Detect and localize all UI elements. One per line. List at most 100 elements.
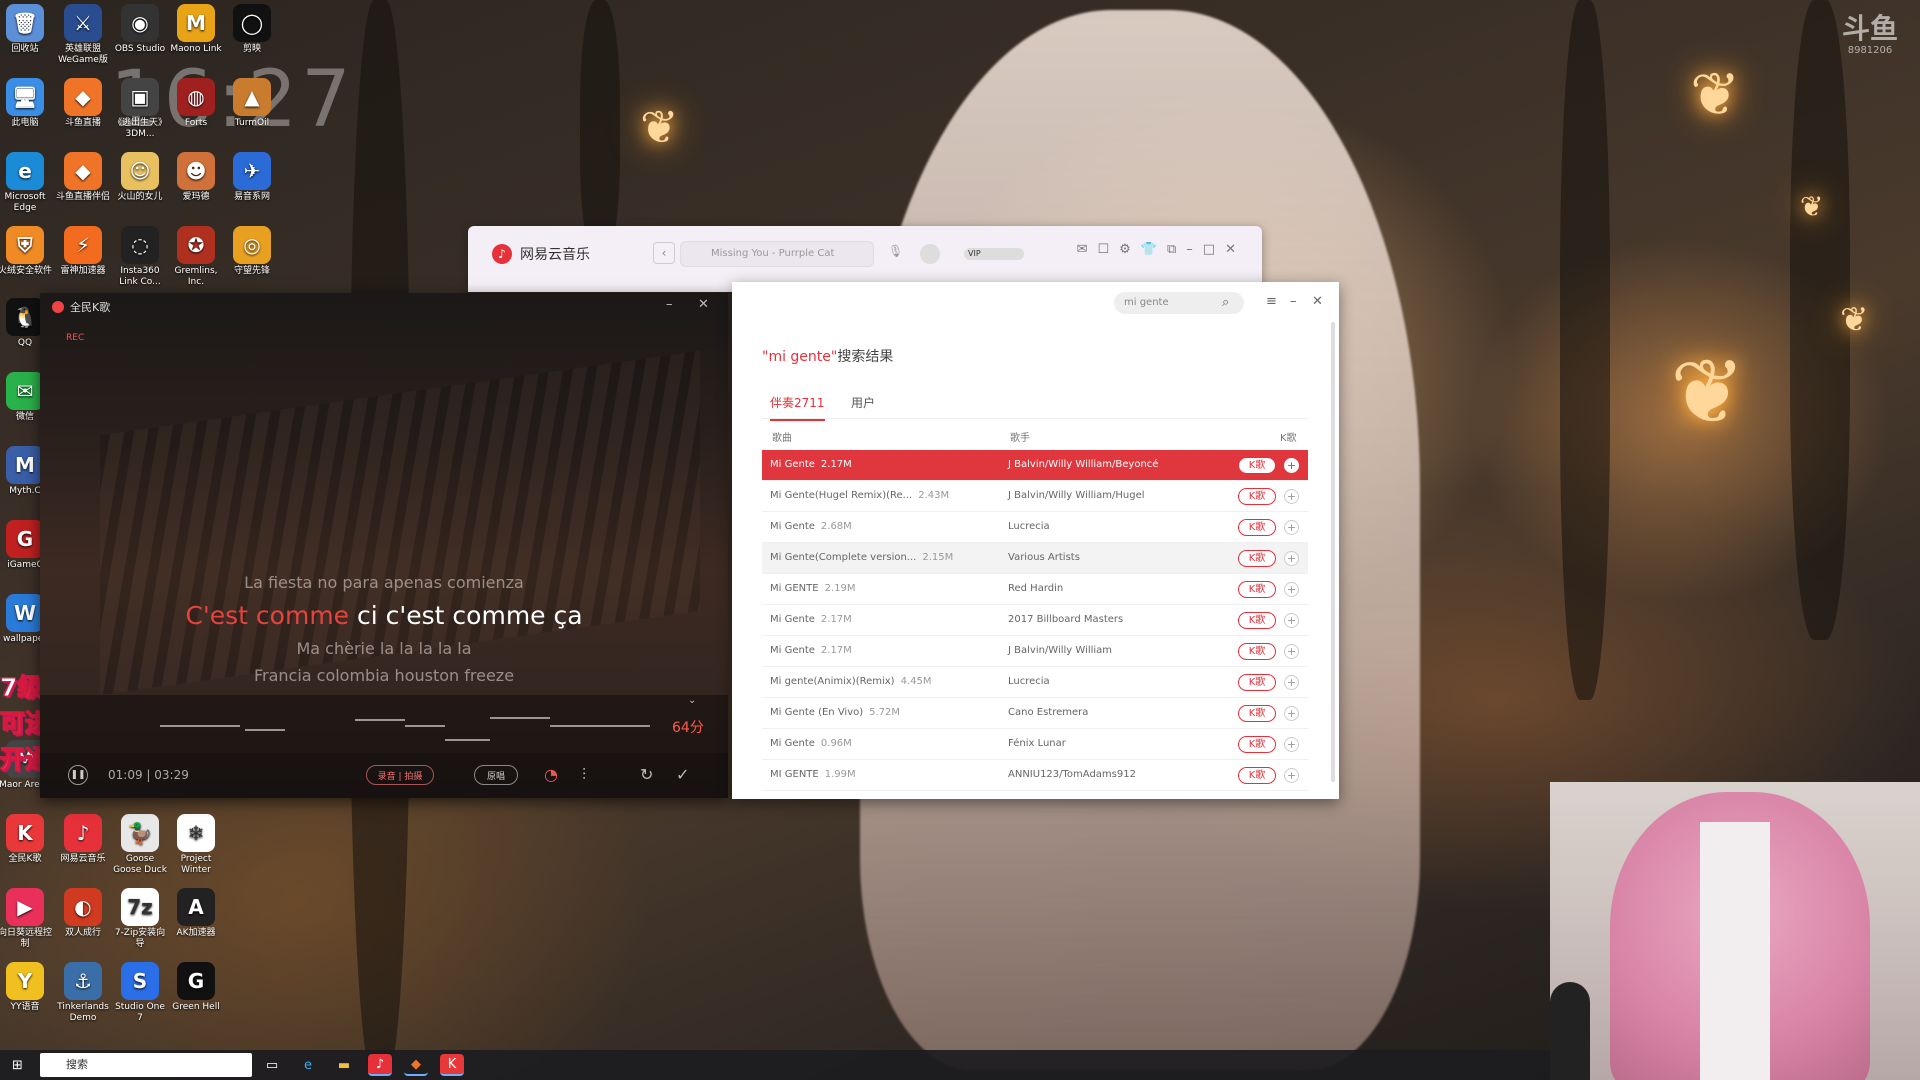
k-song-button[interactable]: K歌	[1238, 705, 1276, 722]
add-icon[interactable]: +	[1284, 489, 1299, 504]
add-icon[interactable]: +	[1284, 737, 1299, 752]
k-song-button[interactable]: K歌	[1238, 457, 1276, 474]
inbox-icon[interactable]: ☐	[1098, 242, 1110, 257]
desktop-icon[interactable]: 🦆 Goose Goose Duck	[112, 814, 168, 876]
desktop-icon[interactable]: 🗑 回收站	[0, 4, 53, 55]
avatar[interactable]	[920, 244, 940, 264]
add-icon[interactable]: +	[1284, 644, 1299, 659]
desktop-icon[interactable]: ⚔ 英雄联盟WeGame版	[55, 4, 111, 66]
tab-accompaniment[interactable]: 伴奏2711	[770, 394, 825, 421]
desktop-icon[interactable]: ☻ 爱玛德	[168, 152, 224, 203]
explorer-taskbar-icon[interactable]: ▬	[332, 1054, 356, 1076]
table-row[interactable]: Mi Gente (En Vivo) 5.72M Cano Estremera K歌 +	[762, 698, 1308, 729]
tab-users[interactable]: 用户	[851, 394, 875, 419]
vip-badge[interactable]: VIP	[964, 248, 1024, 260]
original-vocal-toggle[interactable]: 原唱	[474, 765, 518, 785]
desktop-icon[interactable]: ◆ 斗鱼直播	[55, 78, 111, 129]
table-row[interactable]: Mi GENTE 2.19M Red Hardin K歌 +	[762, 574, 1308, 605]
desktop-icon[interactable]: ❄ Project Winter	[168, 814, 224, 876]
desktop-icon[interactable]: ☺ 火山的女儿	[112, 152, 168, 203]
netease-logo[interactable]: ♪ 网易云音乐	[492, 244, 590, 264]
desktop-icon[interactable]: 🖥 此电脑	[0, 78, 53, 129]
desktop-icon[interactable]: ◌ Insta360 Link Co...	[112, 226, 168, 288]
mixer-icon[interactable]: ⫶	[582, 765, 586, 785]
task-view-icon[interactable]: ▭	[260, 1054, 284, 1076]
desktop-icon[interactable]: ⛨ 火绒安全软件	[0, 226, 53, 277]
table-row[interactable]: Mi Gente 2.17M J Balvin/Willy William K歌 +	[762, 636, 1308, 667]
douyu-taskbar-icon[interactable]: ◆	[404, 1054, 428, 1076]
desktop-icon[interactable]: e Microsoft Edge	[0, 152, 53, 214]
k-song-button[interactable]: K歌	[1238, 674, 1276, 691]
maximize-icon[interactable]: □	[1203, 242, 1215, 257]
desktop-icon[interactable]: K 全民K歌	[0, 814, 53, 865]
back-button[interactable]: ‹	[653, 242, 675, 264]
record-mode-toggle[interactable]: 录音 | 拍摄	[366, 765, 434, 785]
k-song-button[interactable]: K歌	[1238, 519, 1276, 536]
netease-search-input[interactable]: Missing You - Purrple Cat	[680, 241, 874, 267]
settings-icon[interactable]: ⚙	[1119, 242, 1131, 257]
skin-icon[interactable]: 👕	[1141, 242, 1157, 257]
add-icon[interactable]: +	[1284, 582, 1299, 597]
microphone-icon[interactable]: 🎙	[888, 244, 903, 258]
table-row[interactable]: MI GENTE 1.99M ANNIU123/TomAdams912 K歌 +	[762, 760, 1308, 791]
k-song-button[interactable]: K歌	[1238, 550, 1276, 567]
desktop-icon[interactable]: ◯ 剪映	[224, 4, 280, 55]
desktop-icon[interactable]: ◎ 守望先锋	[224, 226, 280, 277]
desktop-icon[interactable]: ♪ 网易云音乐	[55, 814, 111, 865]
table-row[interactable]: Mi gente(Animix)(Remix) 4.45M Lucrecia K歌 +	[762, 667, 1308, 698]
windows-start-icon[interactable]: ⊞	[12, 1058, 23, 1073]
table-row[interactable]: Mi Gente(Complete version... 2.15M Various…	[762, 543, 1308, 574]
minimize-icon[interactable]: –	[666, 297, 673, 312]
desktop-icon[interactable]: Y YY语音	[0, 962, 53, 1013]
table-row[interactable]: Mi Gente 0.96M Fénix Lunar K歌 +	[762, 729, 1308, 760]
add-icon[interactable]: +	[1284, 520, 1299, 535]
table-row[interactable]: Mi Gente 2.17M 2017 Billboard Masters K歌 +	[762, 605, 1308, 636]
desktop-icon[interactable]: ✪ Gremlins, Inc.	[168, 226, 224, 288]
k-song-button[interactable]: K歌	[1238, 612, 1276, 629]
effects-icon[interactable]: ◔	[544, 765, 558, 784]
k-song-button[interactable]: K歌	[1238, 643, 1276, 660]
edge-taskbar-icon[interactable]: e	[296, 1054, 320, 1076]
desktop-icon[interactable]: ◉ OBS Studio	[112, 4, 168, 55]
search-results-panel[interactable]: mi gente ⌕ ≡ – ✕ "mi gente"搜索结果 伴奏2711 用…	[732, 282, 1339, 799]
table-row[interactable]: Mi Gente(Hugel Remix)(Re... 2.43M J Balvin…	[762, 481, 1308, 512]
add-icon[interactable]: +	[1284, 675, 1299, 690]
k-song-button[interactable]: K歌	[1238, 488, 1276, 505]
close-icon[interactable]: ✕	[1312, 294, 1323, 309]
table-row[interactable]: Mi Gente 2.17M J Balvin/Willy William/Beyo…	[762, 450, 1308, 481]
desktop-icon[interactable]: ◐ 双人成行	[55, 888, 111, 939]
search-icon[interactable]: ⌕	[1222, 295, 1229, 310]
add-icon[interactable]: +	[1284, 768, 1299, 783]
desktop-icon[interactable]: 7z 7-Zip安装向导	[112, 888, 168, 950]
desktop-icon[interactable]: M Maono Link	[168, 4, 224, 55]
desktop-icon[interactable]: A AK加速器	[168, 888, 224, 939]
pause-button[interactable]: ❚❚	[68, 765, 88, 785]
add-icon[interactable]: +	[1284, 458, 1299, 473]
desktop-icon[interactable]: S Studio One 7	[112, 962, 168, 1024]
desktop-icon[interactable]: ◆ 斗鱼直播伴侣	[55, 152, 111, 203]
add-icon[interactable]: +	[1284, 551, 1299, 566]
k-song-button[interactable]: K歌	[1238, 767, 1276, 784]
desktop-icon[interactable]: ⚓ Tinkerlands Demo	[55, 962, 111, 1024]
minimize-icon[interactable]: –	[1186, 242, 1193, 257]
scrollbar[interactable]	[1331, 322, 1335, 782]
desktop-icon[interactable]: ◍ Forts	[168, 78, 224, 129]
minimize-icon[interactable]: –	[1290, 294, 1297, 309]
desktop-icon[interactable]: ▲ TurmOil	[224, 78, 280, 129]
desktop-icon[interactable]: ▣ 《逃出生天》3DM...	[112, 78, 168, 140]
close-icon[interactable]: ✕	[1225, 242, 1236, 257]
desktop-icon[interactable]: ✈ 易音系网	[224, 152, 280, 203]
k-song-button[interactable]: K歌	[1238, 581, 1276, 598]
add-icon[interactable]: +	[1284, 613, 1299, 628]
mini-mode-icon[interactable]: ⧉	[1167, 242, 1176, 257]
restart-icon[interactable]: ↻	[640, 765, 653, 784]
desktop-icon[interactable]: ⚡ 雷神加速器	[55, 226, 111, 277]
karaoke-taskbar-icon[interactable]: K	[440, 1054, 464, 1076]
chevron-down-icon[interactable]: ⌄	[688, 695, 696, 706]
close-icon[interactable]: ✕	[698, 297, 709, 312]
desktop-icon[interactable]: G Green Hell	[168, 962, 224, 1013]
taskbar-search-input[interactable]: 搜索	[40, 1053, 252, 1077]
message-icon[interactable]: ✉	[1077, 242, 1088, 257]
desktop-icon[interactable]: ▶ 向日葵远程控制	[0, 888, 53, 950]
karaoke-window[interactable]: 全民K歌 – ✕ REC La fiesta no para apenas co…	[40, 293, 728, 798]
